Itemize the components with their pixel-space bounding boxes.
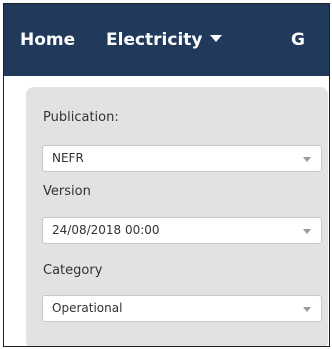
chevron-down-icon	[303, 157, 311, 162]
publication-label: Publication:	[43, 110, 119, 125]
nav-home-link[interactable]: Home	[20, 30, 75, 50]
filter-panel: Publication: NEFR Version 24/08/2018 00:…	[26, 87, 328, 346]
nav-electricity-label: Electricity	[106, 30, 203, 50]
version-label: Version	[43, 184, 91, 199]
publication-value: NEFR	[52, 151, 84, 165]
top-navbar: Home Electricity G	[4, 4, 329, 76]
caret-down-icon	[209, 35, 222, 42]
nav-next-item[interactable]: G	[291, 30, 305, 50]
publication-select[interactable]: NEFR	[42, 145, 322, 172]
chevron-down-icon	[303, 229, 311, 234]
screenshot-frame: Home Electricity G Publication: NEFR Ver…	[3, 3, 330, 347]
category-label: Category	[43, 263, 103, 278]
version-value: 24/08/2018 00:00	[52, 223, 160, 237]
category-select[interactable]: Operational	[42, 295, 322, 322]
nav-electricity-menu[interactable]: Electricity	[106, 30, 222, 50]
version-select[interactable]: 24/08/2018 00:00	[42, 217, 322, 244]
category-value: Operational	[52, 301, 123, 315]
chevron-down-icon	[303, 307, 311, 312]
